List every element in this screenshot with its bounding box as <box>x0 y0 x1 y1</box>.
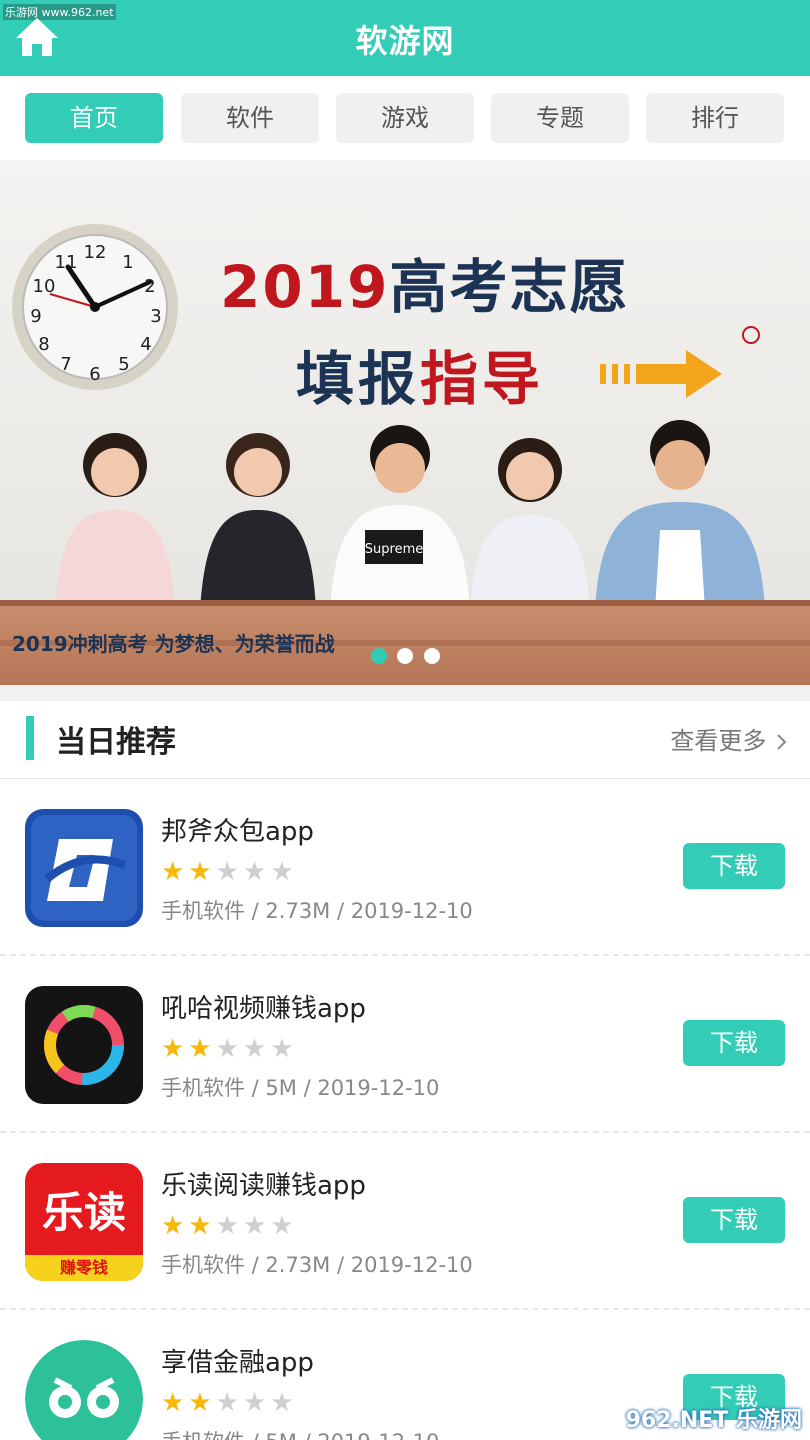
app-meta: 手机软件 / 5M / 2019-12-10 <box>161 1426 439 1440</box>
app-title: 软游网 <box>355 22 455 60</box>
app-icon <box>25 809 143 927</box>
app-icon-text: 乐读 <box>41 1188 126 1237</box>
arrow-icon <box>600 350 722 398</box>
see-more-link[interactable]: 查看更多 <box>670 721 788 756</box>
download-button[interactable]: 下载 <box>683 1020 785 1066</box>
svg-text:7: 7 <box>60 354 71 375</box>
section-header: 当日推荐 查看更多 <box>0 701 810 779</box>
banner-headline-2: 填报指导 <box>296 345 545 413</box>
app-header: 乐游网 www.962.net 软游网 <box>0 0 810 76</box>
ring-decoration-icon <box>742 326 760 344</box>
section-title: 当日推荐 <box>56 725 176 760</box>
rating-stars: ★★★★★ <box>161 857 298 887</box>
banner-caption: 2019冲刺高考 为梦想、为荣誉而战 <box>12 632 335 656</box>
svg-text:9: 9 <box>30 306 41 327</box>
app-list-item[interactable]: 乐读 赚零钱 乐读阅读赚钱app ★★★★★ 手机软件 / 2.73M / 20… <box>0 1133 810 1310</box>
app-list-item[interactable]: 邦斧众包app ★★★★★ 手机软件 / 2.73M / 2019-12-10 … <box>0 779 810 956</box>
download-button[interactable]: 下载 <box>683 1197 785 1243</box>
app-meta: 手机软件 / 2.73M / 2019-12-10 <box>161 899 473 923</box>
app-name: 享借金融app <box>161 1348 314 1378</box>
clock-icon: 12 12 345 678 91011 <box>12 224 178 390</box>
svg-text:6: 6 <box>89 364 100 385</box>
svg-text:1: 1 <box>122 252 133 273</box>
app-list-item[interactable]: 吼哈视频赚钱app ★★★★★ 手机软件 / 5M / 2019-12-10 下… <box>0 956 810 1133</box>
svg-text:8: 8 <box>38 334 49 355</box>
shirt-text: Supreme <box>365 542 423 557</box>
tab-topics[interactable]: 专题 <box>491 93 629 143</box>
svg-text:12: 12 <box>84 242 107 263</box>
app-meta: 手机软件 / 5M / 2019-12-10 <box>161 1076 440 1100</box>
app-name: 吼哈视频赚钱app <box>161 994 366 1024</box>
banner-headline-1: 2019高考志愿 <box>220 253 630 321</box>
see-more-label: 查看更多 <box>670 727 767 755</box>
svg-text:3: 3 <box>150 306 161 327</box>
tab-games[interactable]: 游戏 <box>336 93 474 143</box>
rating-stars: ★★★★★ <box>161 1388 298 1418</box>
app-icon-subtext: 赚零钱 <box>25 1255 143 1281</box>
rating-stars: ★★★★★ <box>161 1034 298 1064</box>
rating-stars: ★★★★★ <box>161 1211 298 1241</box>
tab-home[interactable]: 首页 <box>25 93 163 143</box>
app-icon <box>25 986 143 1104</box>
app-name: 乐读阅读赚钱app <box>161 1171 366 1201</box>
carousel-dot-1[interactable] <box>371 648 387 664</box>
svg-text:4: 4 <box>140 334 151 355</box>
tab-ranking[interactable]: 排行 <box>646 93 784 143</box>
watermark-corner: 962.NET 乐游网 <box>625 1408 802 1433</box>
svg-text:2: 2 <box>144 276 155 297</box>
app-name: 邦斧众包app <box>161 817 314 847</box>
app-meta: 手机软件 / 2.73M / 2019-12-10 <box>161 1253 473 1277</box>
carousel-dot-3[interactable] <box>424 648 440 664</box>
svg-text:11: 11 <box>55 252 78 273</box>
app-icon: 乐读 赚零钱 <box>25 1163 143 1281</box>
students-illustration: Supreme <box>55 420 765 610</box>
promo-banner[interactable]: 12 1 2 345 678 9 10 11 2019高考志愿 填报指导 Supreme <box>0 160 810 685</box>
tab-software[interactable]: 软件 <box>181 93 319 143</box>
category-tabs: 首页 软件 游戏 专题 排行 <box>0 76 810 160</box>
carousel-dot-2[interactable] <box>397 648 413 664</box>
download-button[interactable]: 下载 <box>683 843 785 889</box>
app-icon <box>25 1340 143 1440</box>
svg-text:5: 5 <box>118 354 129 375</box>
chevron-right-icon <box>777 734 787 750</box>
